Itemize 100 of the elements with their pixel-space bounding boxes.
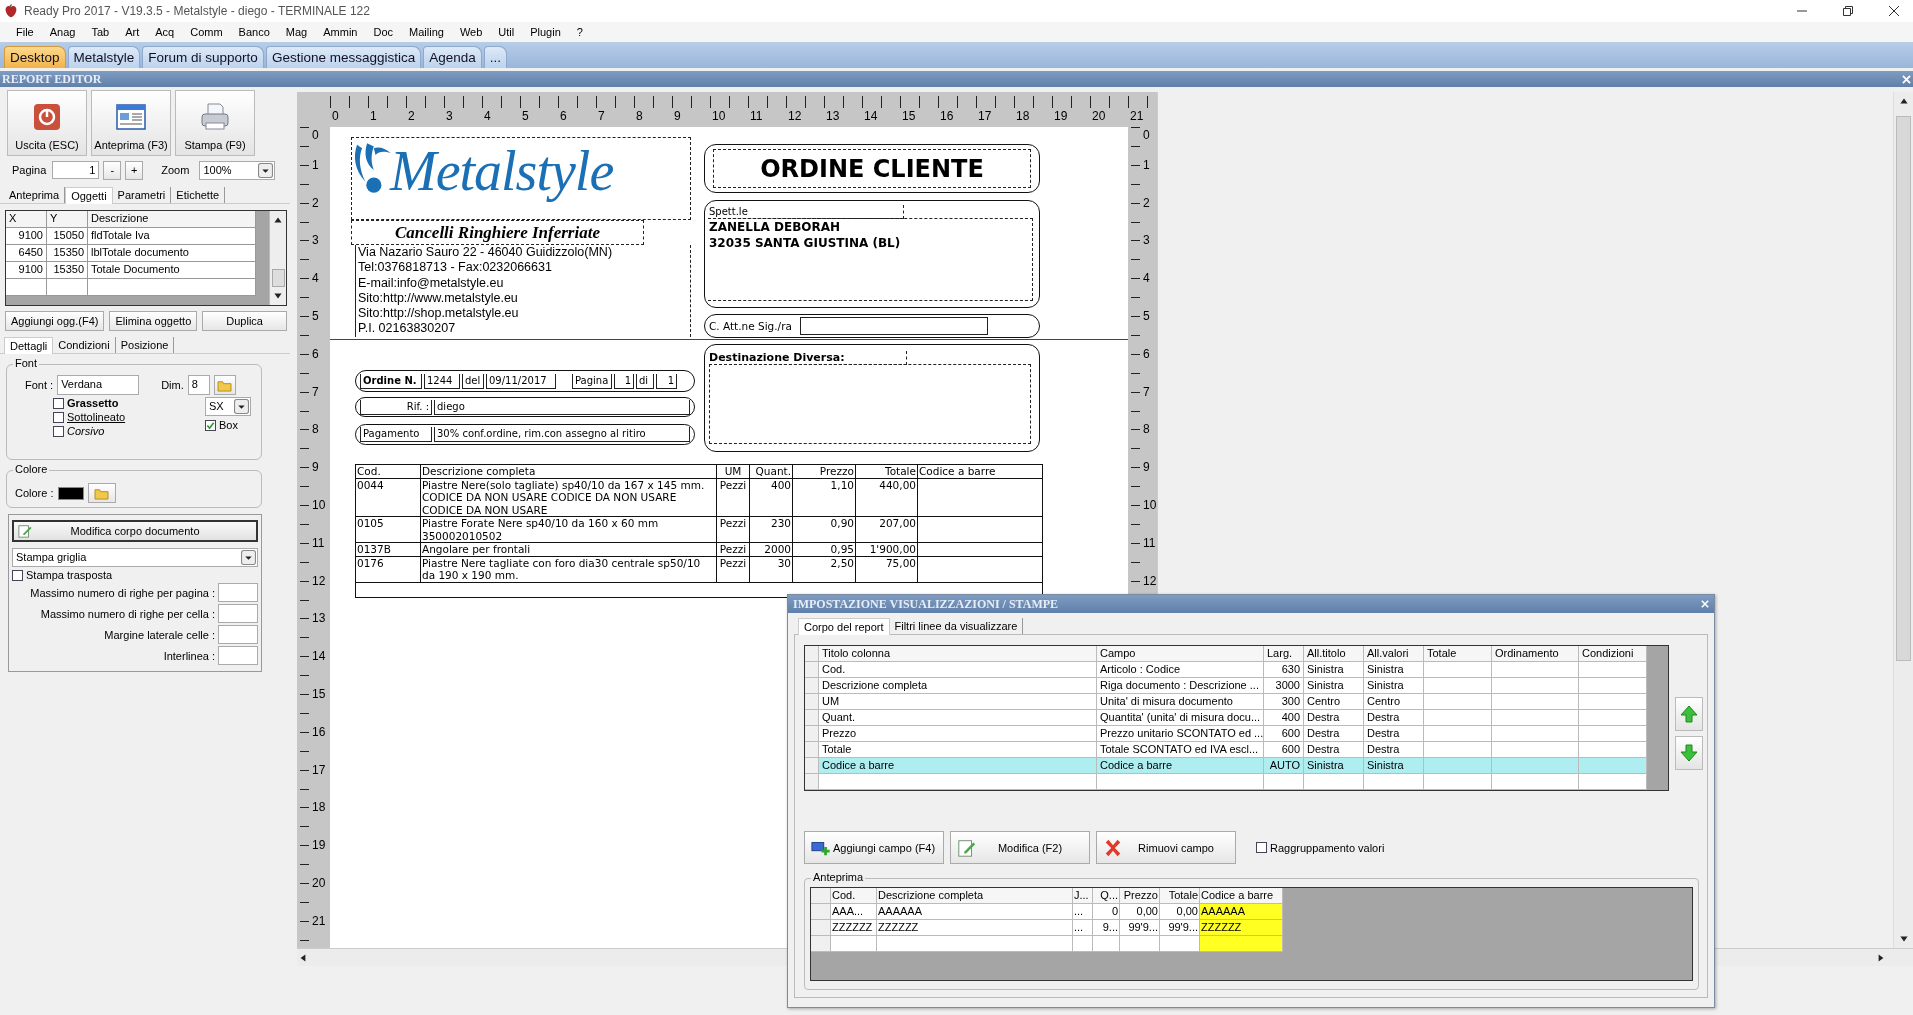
- move-down-button[interactable]: [1675, 736, 1703, 770]
- tab[interactable]: Parametri: [112, 187, 172, 203]
- table-cell[interactable]: 9100: [6, 262, 47, 278]
- destination-frame[interactable]: Destinazione Diversa:: [704, 344, 1040, 452]
- recipient-frame[interactable]: Spett.le ZANELLA DEBORAH 32035 SANTA GIUSTINA (BL): [704, 200, 1040, 308]
- table-row[interactable]: Totale Totale SCONTATO ed IVA escl... 600 Destra Destra: [805, 742, 1647, 758]
- input-field[interactable]: [218, 583, 258, 602]
- menu-item[interactable]: Plugin: [522, 26, 569, 38]
- row-marker[interactable]: [805, 678, 819, 693]
- scroll-thumb[interactable]: [271, 269, 285, 287]
- next-page-button[interactable]: +: [125, 160, 144, 180]
- menu-item[interactable]: Tab: [83, 26, 118, 38]
- tab[interactable]: Condizioni: [53, 337, 116, 353]
- input-field[interactable]: [218, 646, 258, 665]
- row-marker[interactable]: [805, 742, 819, 757]
- menu-item[interactable]: Acq: [147, 26, 183, 38]
- tab[interactable]: Desktop: [4, 46, 66, 68]
- object-button[interactable]: Elimina oggetto: [109, 311, 198, 331]
- scrollbar[interactable]: [269, 211, 286, 305]
- tab[interactable]: Dettagli: [4, 337, 54, 354]
- menu-item[interactable]: Comm: [182, 26, 231, 38]
- menu-item[interactable]: Banco: [230, 26, 278, 38]
- row-marker[interactable]: [811, 936, 831, 951]
- scrollbar[interactable]: [1893, 92, 1913, 948]
- row-marker[interactable]: [805, 758, 819, 773]
- page-field[interactable]: 1: [52, 161, 100, 179]
- table-cell[interactable]: 9100: [6, 228, 47, 244]
- scroll-thumb[interactable]: [1896, 116, 1911, 661]
- menu-item[interactable]: Web: [451, 26, 491, 38]
- tab[interactable]: Agenda: [423, 46, 482, 68]
- table-cell[interactable]: Totale Documento: [88, 262, 256, 278]
- tab[interactable]: ...: [483, 46, 507, 68]
- toolbar-button[interactable]: Anteprima (F3): [91, 90, 171, 156]
- row-marker[interactable]: [811, 904, 831, 919]
- title-frame[interactable]: ORDINE CLIENTE: [704, 144, 1040, 193]
- input-field[interactable]: [218, 625, 258, 644]
- table-row[interactable]: UM Unita' di misura documento 300 Centro Centro: [805, 694, 1647, 710]
- checkbox[interactable]: [1256, 842, 1267, 853]
- row-marker[interactable]: [805, 726, 819, 741]
- table-cell[interactable]: 15350: [47, 262, 88, 278]
- logo-frame[interactable]: Metalstyle: [351, 137, 691, 220]
- zoom-select[interactable]: 100%: [199, 160, 276, 180]
- table-row[interactable]: Cod. Articolo : Codice 630 Sinistra Sinistra: [805, 662, 1647, 678]
- folder-button[interactable]: [213, 375, 236, 395]
- color-swatch[interactable]: [57, 486, 84, 500]
- close-icon[interactable]: [1889, 6, 1899, 16]
- menu-item[interactable]: ?: [568, 26, 591, 38]
- menu-item[interactable]: File: [8, 26, 42, 38]
- menu-item[interactable]: Mag: [277, 26, 316, 38]
- menu-item[interactable]: Doc: [365, 26, 401, 38]
- checkbox[interactable]: [12, 569, 23, 581]
- tab[interactable]: Oggetti: [65, 187, 113, 204]
- table-cell[interactable]: 15350: [47, 245, 88, 261]
- row-marker[interactable]: [811, 920, 831, 935]
- tab[interactable]: Gestione messaggistica: [265, 46, 422, 68]
- tab[interactable]: Posizione: [115, 337, 175, 353]
- table-cell[interactable]: lblTotale documento: [88, 245, 256, 261]
- table-row[interactable]: Quant. Quantita' (unita' di misura docu... 400 Destra Destra: [805, 710, 1647, 726]
- toolbar-button[interactable]: Uscita (ESC): [7, 90, 87, 156]
- edit-body-button[interactable]: Modifica corpo documento: [12, 520, 258, 542]
- row-marker[interactable]: [805, 774, 819, 789]
- row-marker[interactable]: [805, 710, 819, 725]
- input-field[interactable]: [218, 604, 258, 623]
- address-block[interactable]: Via Nazario Sauro 22 - 46040 Guidizzolo(MN) Tel:0376818713 - Fax:0232066631 E-mail:info@metalstyle.eu Sito:http://www.metalstyle.eu Sito:http://shop.metalstyle.eu P.I. 02163830207: [355, 245, 691, 337]
- tab[interactable]: Filtri linee da visualizzare: [889, 618, 1024, 634]
- table-row[interactable]: Descrizione completa Riga documento : Descrizione ... 3000 Sinistra Sinistra: [805, 678, 1647, 694]
- menu-item[interactable]: Util: [490, 26, 523, 38]
- dialog-button[interactable]: Aggiungi campo (F4): [804, 831, 944, 864]
- checkbox[interactable]: [53, 411, 64, 423]
- move-up-button[interactable]: [1675, 697, 1703, 731]
- tab[interactable]: Metalstyle: [67, 46, 141, 68]
- previous-page-button[interactable]: -: [103, 160, 122, 180]
- tab[interactable]: Etichette: [171, 187, 226, 203]
- restore-icon[interactable]: [1843, 6, 1853, 16]
- checkbox[interactable]: [205, 419, 216, 431]
- dialog-button[interactable]: Rimuovi campo: [1096, 831, 1236, 864]
- align-select[interactable]: SX: [205, 397, 251, 416]
- table-cell[interactable]: fldTotale Iva: [88, 228, 256, 244]
- table-cell[interactable]: 6450: [6, 245, 47, 261]
- dialog-button[interactable]: Modifica (F2): [950, 831, 1090, 864]
- menu-item[interactable]: Art: [117, 26, 148, 38]
- menu-item[interactable]: Anag: [41, 26, 84, 38]
- grid-mode-select[interactable]: Stampa griglia: [12, 548, 258, 567]
- size-field[interactable]: 8: [187, 375, 210, 395]
- tab[interactable]: Corpo del report: [798, 618, 890, 635]
- menu-item[interactable]: Mailing: [401, 26, 452, 38]
- checkbox[interactable]: [53, 397, 64, 409]
- font-field[interactable]: Verdana: [57, 375, 140, 395]
- row-marker[interactable]: [805, 662, 819, 677]
- table-row[interactable]: Prezzo Prezzo unitario SCONTATO ed ... 600 Destra Destra: [805, 726, 1647, 742]
- toolbar-button[interactable]: Stampa (F9): [175, 90, 255, 156]
- menu-item[interactable]: Ammin: [315, 26, 366, 38]
- row-marker[interactable]: [805, 694, 819, 709]
- table-row[interactable]: Codice a barre Codice a barre AUTO Sinistra Sinistra: [805, 758, 1647, 774]
- checkbox[interactable]: [53, 425, 64, 437]
- tagline[interactable]: Cancelli Ringhiere Inferriate: [351, 220, 644, 245]
- tab[interactable]: Forum di supporto: [142, 46, 264, 68]
- object-button[interactable]: Aggiungi ogg.(F4): [5, 311, 105, 331]
- table-cell[interactable]: 15050: [47, 228, 88, 244]
- object-button[interactable]: Duplica: [202, 311, 287, 331]
